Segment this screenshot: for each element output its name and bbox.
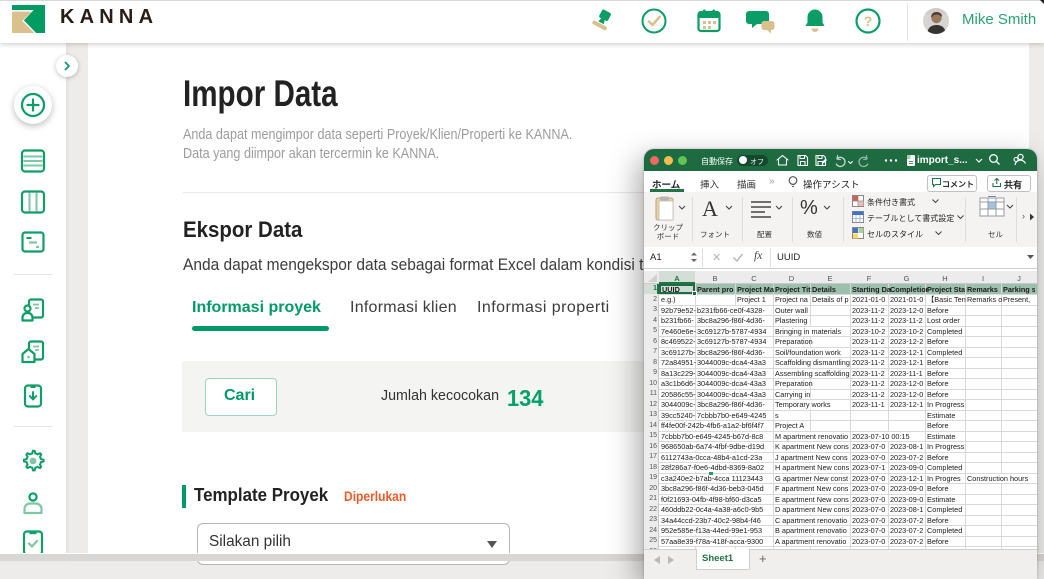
svg-text:?: ? [864, 13, 873, 29]
